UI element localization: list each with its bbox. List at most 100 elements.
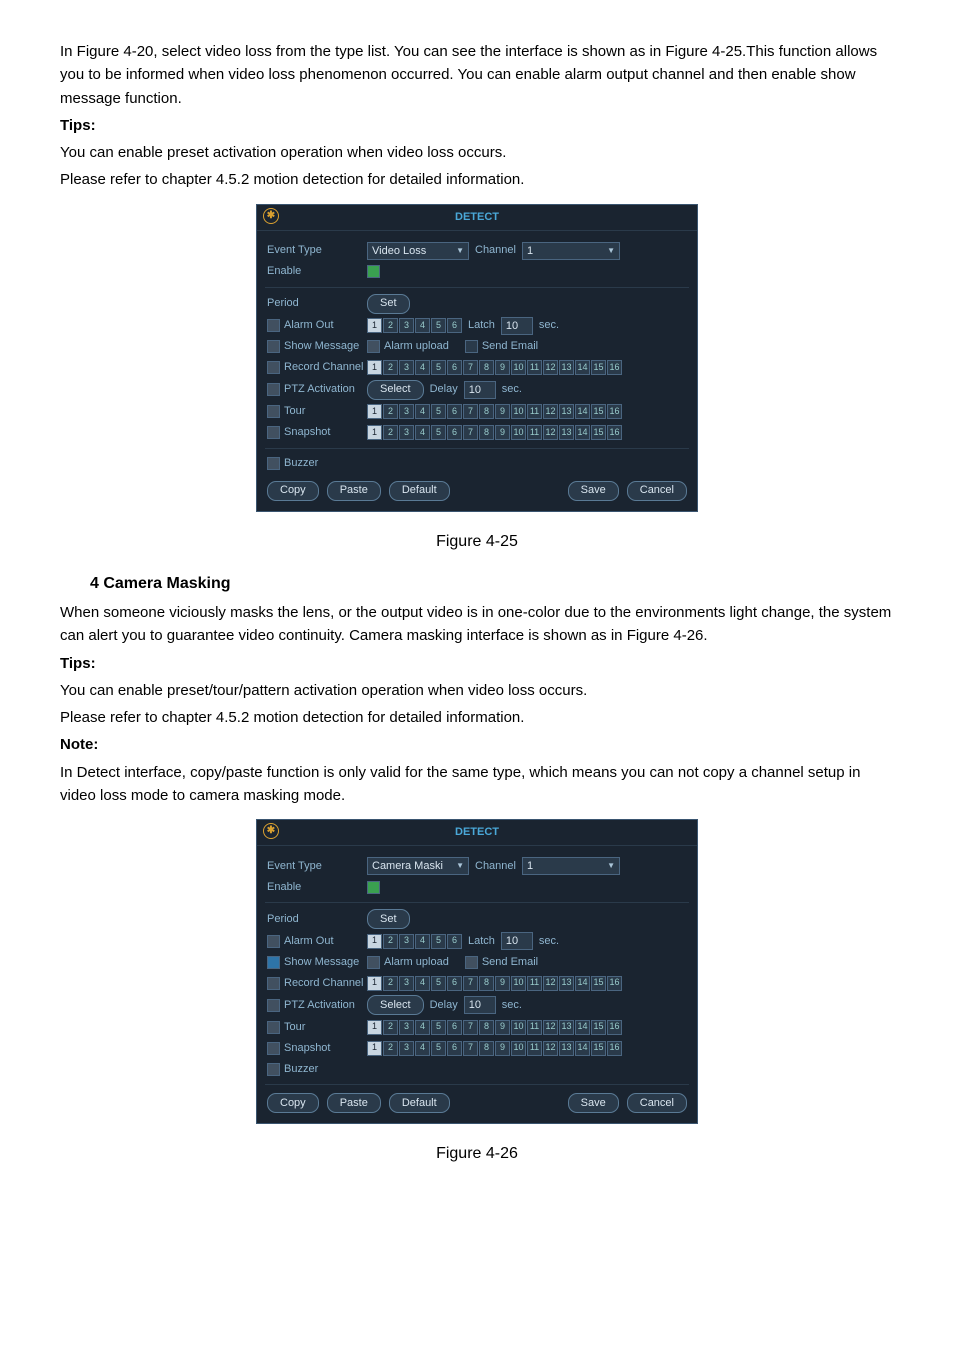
channel-cell[interactable]: 8	[479, 1020, 494, 1035]
channel-cell[interactable]: 11	[527, 425, 542, 440]
latch-input[interactable]: 10	[501, 932, 533, 950]
channel-cell[interactable]: 5	[431, 360, 446, 375]
channel-cell[interactable]: 1	[367, 318, 382, 333]
channel-cell[interactable]: 6	[447, 976, 462, 991]
record-channel-checkbox[interactable]	[267, 977, 280, 990]
channel-cell[interactable]: 4	[415, 1020, 430, 1035]
channel-cell[interactable]: 10	[511, 1041, 526, 1056]
channel-cell[interactable]: 12	[543, 976, 558, 991]
channel-cell[interactable]: 1	[367, 1041, 382, 1056]
tour-grid[interactable]: 12345678910111213141516	[367, 1020, 622, 1035]
channel-cell[interactable]: 6	[447, 404, 462, 419]
channel-cell[interactable]: 5	[431, 1020, 446, 1035]
alarm-upload-checkbox[interactable]	[367, 340, 380, 353]
record-channel-grid[interactable]: 12345678910111213141516	[367, 360, 622, 375]
tour-grid[interactable]: 12345678910111213141516	[367, 404, 622, 419]
channel-cell[interactable]: 6	[447, 360, 462, 375]
channel-cell[interactable]: 3	[399, 425, 414, 440]
snapshot-checkbox[interactable]	[267, 1042, 280, 1055]
channel-cell[interactable]: 14	[575, 425, 590, 440]
channel-cell[interactable]: 14	[575, 976, 590, 991]
ptz-checkbox[interactable]	[267, 999, 280, 1012]
channel-cell[interactable]: 9	[495, 976, 510, 991]
channel-cell[interactable]: 12	[543, 1041, 558, 1056]
cancel-button[interactable]: Cancel	[627, 1093, 687, 1113]
channel-cell[interactable]: 7	[463, 425, 478, 440]
channel-cell[interactable]: 8	[479, 360, 494, 375]
channel-cell[interactable]: 5	[431, 934, 446, 949]
channel-cell[interactable]: 11	[527, 1041, 542, 1056]
channel-cell[interactable]: 10	[511, 976, 526, 991]
alarm-out-grid[interactable]: 123456	[367, 318, 462, 333]
channel-cell[interactable]: 3	[399, 976, 414, 991]
channel-cell[interactable]: 5	[431, 404, 446, 419]
channel-cell[interactable]: 4	[415, 976, 430, 991]
buzzer-checkbox[interactable]	[267, 457, 280, 470]
channel-cell[interactable]: 10	[511, 360, 526, 375]
save-button[interactable]: Save	[568, 1093, 619, 1113]
snapshot-checkbox[interactable]	[267, 426, 280, 439]
channel-cell[interactable]: 4	[415, 934, 430, 949]
channel-cell[interactable]: 4	[415, 318, 430, 333]
channel-cell[interactable]: 12	[543, 425, 558, 440]
channel-cell[interactable]: 4	[415, 360, 430, 375]
tour-checkbox[interactable]	[267, 1021, 280, 1034]
channel-cell[interactable]: 2	[383, 404, 398, 419]
channel-cell[interactable]: 6	[447, 318, 462, 333]
channel-cell[interactable]: 2	[383, 976, 398, 991]
channel-cell[interactable]: 1	[367, 934, 382, 949]
channel-cell[interactable]: 1	[367, 425, 382, 440]
channel-cell[interactable]: 16	[607, 1041, 622, 1056]
channel-cell[interactable]: 5	[431, 1041, 446, 1056]
channel-cell[interactable]: 8	[479, 976, 494, 991]
record-channel-checkbox[interactable]	[267, 361, 280, 374]
channel-cell[interactable]: 1	[367, 404, 382, 419]
channel-cell[interactable]: 8	[479, 425, 494, 440]
channel-cell[interactable]: 1	[367, 1020, 382, 1035]
send-email-checkbox[interactable]	[465, 956, 478, 969]
channel-select[interactable]: 1 ▼	[522, 857, 620, 875]
delay-input[interactable]: 10	[464, 996, 496, 1014]
channel-cell[interactable]: 10	[511, 404, 526, 419]
alarm-upload-checkbox[interactable]	[367, 956, 380, 969]
save-button[interactable]: Save	[568, 481, 619, 501]
channel-cell[interactable]: 4	[415, 404, 430, 419]
channel-cell[interactable]: 7	[463, 976, 478, 991]
channel-cell[interactable]: 13	[559, 360, 574, 375]
channel-cell[interactable]: 16	[607, 425, 622, 440]
channel-cell[interactable]: 11	[527, 360, 542, 375]
default-button[interactable]: Default	[389, 1093, 450, 1113]
channel-cell[interactable]: 3	[399, 934, 414, 949]
channel-cell[interactable]: 4	[415, 1041, 430, 1056]
channel-cell[interactable]: 3	[399, 1041, 414, 1056]
period-set-button[interactable]: Set	[367, 294, 410, 314]
ptz-select-button[interactable]: Select	[367, 995, 424, 1015]
delay-input[interactable]: 10	[464, 381, 496, 399]
channel-cell[interactable]: 6	[447, 1020, 462, 1035]
enable-checkbox[interactable]	[367, 881, 380, 894]
channel-cell[interactable]: 4	[415, 425, 430, 440]
period-set-button[interactable]: Set	[367, 909, 410, 929]
show-message-checkbox[interactable]	[267, 956, 280, 969]
channel-cell[interactable]: 13	[559, 425, 574, 440]
channel-cell[interactable]: 1	[367, 976, 382, 991]
channel-cell[interactable]: 11	[527, 1020, 542, 1035]
channel-cell[interactable]: 3	[399, 318, 414, 333]
tour-checkbox[interactable]	[267, 405, 280, 418]
event-type-select[interactable]: Camera Maski ▼	[367, 857, 469, 875]
send-email-checkbox[interactable]	[465, 340, 478, 353]
channel-cell[interactable]: 13	[559, 1020, 574, 1035]
channel-cell[interactable]: 2	[383, 425, 398, 440]
channel-cell[interactable]: 9	[495, 1020, 510, 1035]
channel-cell[interactable]: 14	[575, 1041, 590, 1056]
channel-cell[interactable]: 15	[591, 360, 606, 375]
channel-cell[interactable]: 14	[575, 404, 590, 419]
buzzer-checkbox[interactable]	[267, 1063, 280, 1076]
channel-cell[interactable]: 14	[575, 1020, 590, 1035]
alarm-out-grid[interactable]: 123456	[367, 934, 462, 949]
channel-cell[interactable]: 7	[463, 1041, 478, 1056]
channel-cell[interactable]: 1	[367, 360, 382, 375]
channel-cell[interactable]: 3	[399, 404, 414, 419]
channel-cell[interactable]: 3	[399, 360, 414, 375]
channel-cell[interactable]: 15	[591, 425, 606, 440]
